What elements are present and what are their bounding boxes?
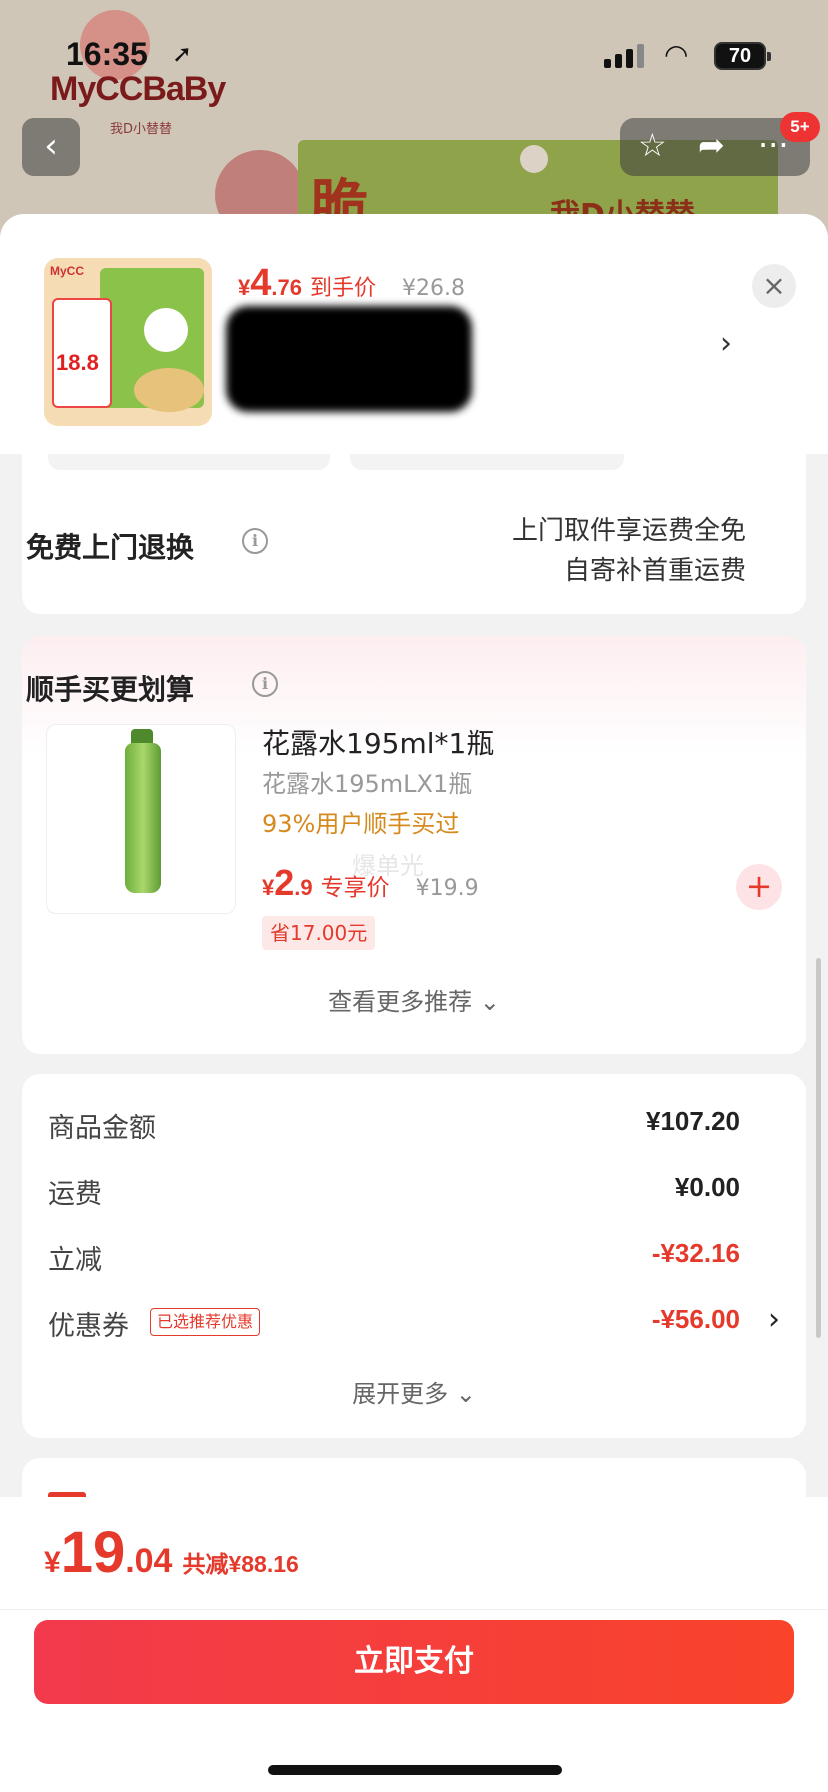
chevron-right-icon[interactable]: › [720, 326, 732, 361]
scrollbar[interactable] [816, 958, 821, 1338]
close-icon: × [762, 269, 786, 302]
star-icon[interactable]: ☆ [638, 126, 667, 164]
chevron-right-icon[interactable]: › [768, 1302, 780, 1337]
reco-price-tag: 专享价 [320, 875, 390, 901]
summary-row: 立减 -¥32.16 [48, 1238, 740, 1276]
total-price: ¥19.04 共减¥88.16 [44, 1520, 299, 1585]
close-button[interactable]: × [752, 264, 796, 308]
reco-original-price: ¥19.9 [415, 876, 479, 901]
coupon-tag: 已选推荐优惠 [150, 1308, 261, 1336]
pay-now-button[interactable]: 立即支付 [34, 1620, 794, 1704]
expand-more-link[interactable]: 展开更多 ⌄ [0, 1374, 828, 1409]
checkout-footer: ¥19.04 共减¥88.16 立即支付 [0, 1497, 828, 1792]
share-icon[interactable]: ➦ [698, 126, 725, 164]
back-button[interactable]: ‹ [22, 118, 80, 176]
status-time: 16:35 [66, 36, 148, 72]
header-price: ¥4.76 到手价 ¥26.8 [238, 262, 465, 304]
info-icon[interactable]: i [242, 528, 268, 554]
summary-row: 运费 ¥0.00 [48, 1172, 740, 1210]
thumb-price: 18.8 [56, 350, 99, 375]
info-icon[interactable]: i [252, 671, 278, 697]
reco-product-spec: 花露水195mLX1瓶 [262, 770, 473, 798]
total-saved: 共减¥88.16 [182, 1551, 299, 1577]
footer-divider [0, 1609, 828, 1610]
reco-price: ¥2.9 专享价 ¥19.9 [262, 862, 479, 903]
reco-product-name[interactable]: 花露水195ml*1瓶 [262, 722, 494, 762]
return-line2: 自寄补首重运费 [563, 556, 746, 586]
reco-title: 顺手买更划算 [26, 673, 195, 706]
wifi-icon: ◠ [664, 38, 689, 71]
save-badge: 省17.00元 [262, 916, 376, 950]
more-recommendations-link[interactable]: 查看更多推荐 ⌄ [0, 982, 828, 1017]
status-bar: 16:35 ➚ ◠ 70 [0, 0, 828, 100]
price-tag: 到手价 [309, 276, 376, 301]
coupon-row[interactable]: 优惠券 已选推荐优惠 -¥56.00 › [48, 1302, 780, 1344]
sheet-header: 18.8 MyCC ¥4.76 到手价 ¥26.8 › × [0, 214, 828, 454]
reco-bought-pct: 93%用户顺手买过 [262, 810, 460, 838]
battery-icon: 70 [714, 42, 771, 70]
signal-icon [604, 44, 648, 68]
plus-icon: + [745, 867, 773, 905]
return-title: 免费上门退换 [26, 531, 195, 564]
back-icon: ‹ [44, 126, 58, 166]
return-line1: 上门取件享运费全免 [511, 516, 746, 546]
redacted-product-title [226, 306, 472, 412]
summary-row: 商品金额 ¥107.20 [48, 1106, 740, 1144]
reco-product-image[interactable] [46, 724, 236, 914]
home-indicator[interactable] [268, 1765, 562, 1775]
product-thumbnail[interactable]: 18.8 MyCC [44, 258, 212, 426]
thumb-label: MyCC [50, 264, 85, 278]
background-box-hole [520, 145, 548, 173]
add-button[interactable]: + [736, 864, 782, 910]
location-arrow-icon: ➚ [172, 40, 193, 68]
original-price: ¥26.8 [402, 276, 465, 301]
background-logo-sub: 我D小替替 [110, 122, 173, 137]
cart-badge: 5+ [780, 112, 820, 142]
